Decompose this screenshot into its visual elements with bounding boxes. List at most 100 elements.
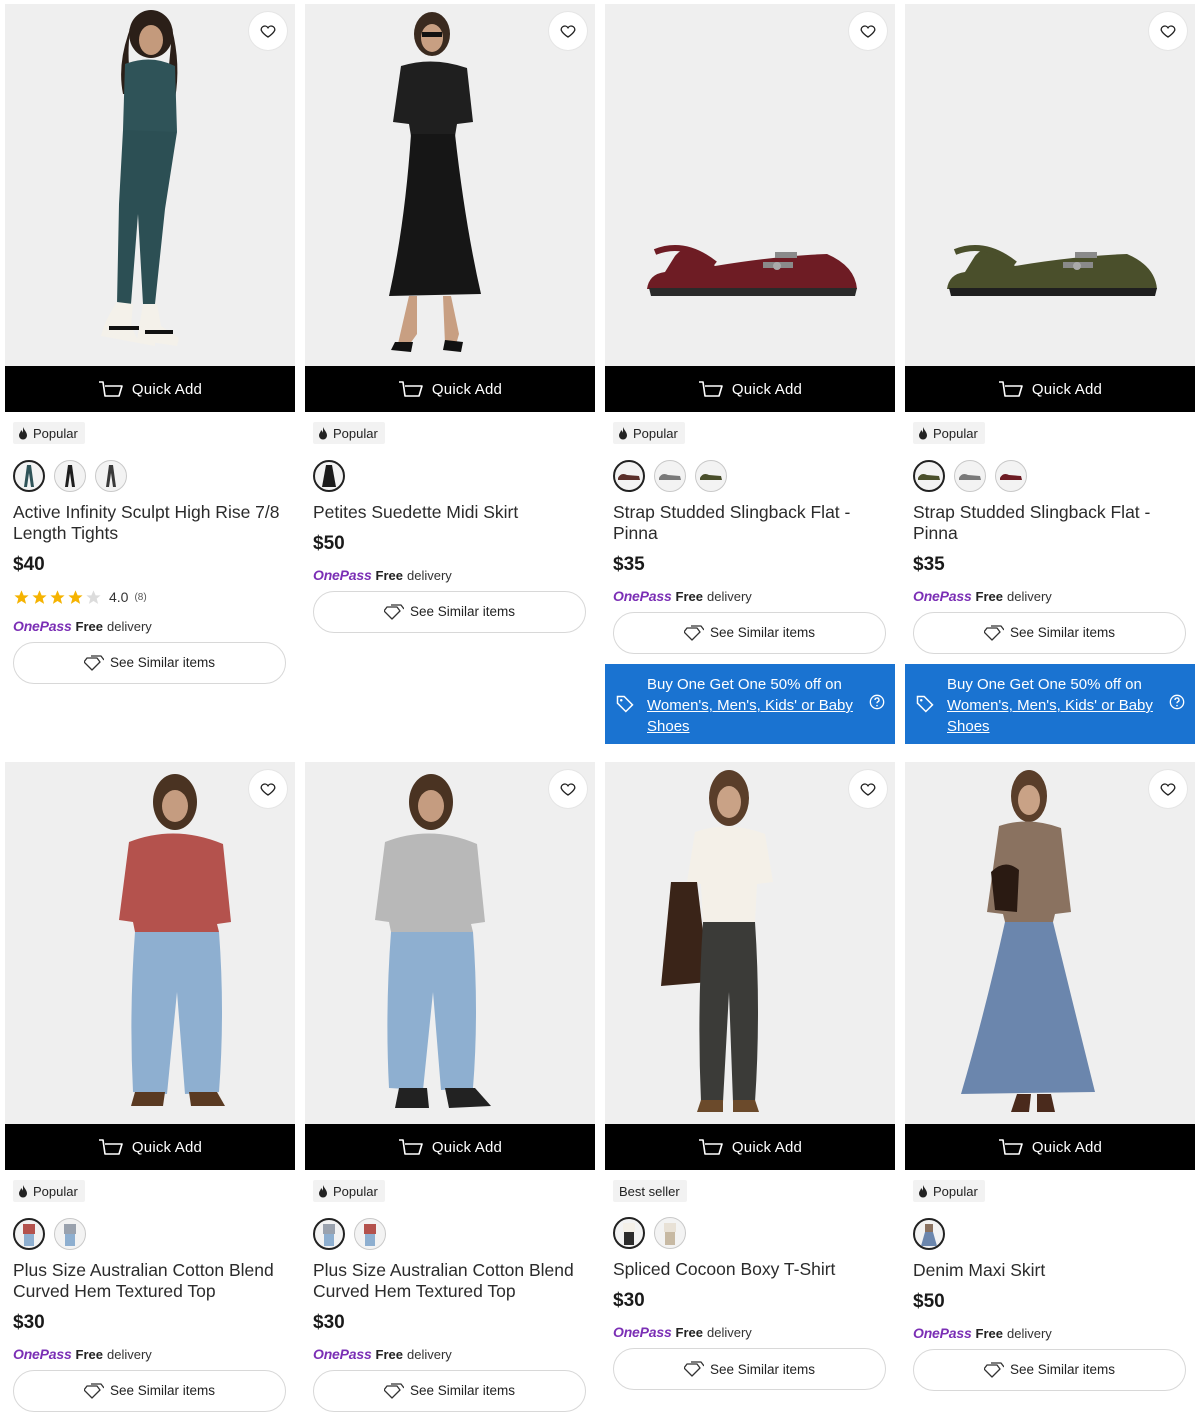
flame-icon [319, 1184, 327, 1197]
product-title[interactable]: Spliced Cocoon Boxy T-Shirt [613, 1259, 887, 1280]
product-card[interactable]: Quick Add Popular Strap Studded Slingbac… [605, 4, 895, 746]
product-image[interactable] [5, 4, 295, 366]
wishlist-heart-icon[interactable] [249, 770, 287, 808]
promo-link[interactable]: Women's, Men's, Kids' or Baby Shoes [647, 697, 853, 735]
product-grid: Quick Add Popular Active Infinity Sculpt… [0, 0, 1200, 1419]
color-swatch[interactable] [913, 459, 945, 492]
color-swatch[interactable] [654, 459, 686, 492]
promo-link[interactable]: Women's, Men's, Kids' or Baby Shoes [947, 697, 1153, 735]
onepass-logo: OnePass [13, 617, 72, 634]
product-title[interactable]: Denim Maxi Skirt [913, 1260, 1187, 1281]
product-card[interactable]: Quick Add Popular Plus Size Australian C… [5, 762, 295, 1412]
color-swatch[interactable] [695, 459, 727, 492]
product-image[interactable] [905, 762, 1195, 1124]
product-card[interactable]: Quick Add Best seller Spliced Cocoon Box… [605, 762, 895, 1390]
color-swatches [13, 1217, 287, 1250]
product-info: Popular Plus Size Australian Cotton Blen… [5, 1170, 295, 1412]
see-similar-button[interactable]: See Similar items [313, 1369, 586, 1412]
popular-badge: Popular [13, 422, 85, 444]
color-swatch[interactable] [613, 1217, 645, 1249]
similar-icon [683, 624, 704, 641]
product-photo [605, 762, 895, 1124]
product-title[interactable]: Petites Suedette Midi Skirt [313, 502, 587, 523]
basket-icon [698, 381, 723, 397]
color-swatches [313, 1217, 587, 1250]
product-title[interactable]: Plus Size Australian Cotton Blend Curved… [13, 1260, 287, 1302]
color-swatch[interactable] [954, 459, 986, 492]
product-image[interactable] [5, 762, 295, 1124]
color-swatch[interactable] [313, 1217, 345, 1250]
product-photo [305, 4, 595, 366]
quick-add-label: Quick Add [731, 1138, 803, 1156]
color-swatch[interactable] [13, 459, 45, 492]
see-similar-button[interactable]: See Similar items [313, 590, 586, 633]
similar-icon [83, 654, 104, 671]
quick-add-button[interactable]: Quick Add [305, 366, 595, 412]
see-similar-button[interactable]: See Similar items [13, 641, 286, 684]
wishlist-heart-icon[interactable] [549, 770, 587, 808]
color-swatches [313, 459, 587, 492]
tag-icon [616, 695, 634, 713]
color-swatch[interactable] [54, 459, 86, 492]
star-rating-icons [13, 589, 102, 606]
product-image[interactable] [305, 4, 595, 366]
quick-add-button[interactable]: Quick Add [5, 366, 295, 412]
color-swatches [613, 1217, 887, 1249]
color-swatch[interactable] [95, 459, 127, 492]
product-title[interactable]: Strap Studded Slingback Flat - Pinna [613, 502, 887, 544]
wishlist-heart-icon[interactable] [1149, 12, 1187, 50]
quick-add-label: Quick Add [431, 380, 503, 398]
basket-icon [698, 1139, 723, 1155]
see-similar-button[interactable]: See Similar items [913, 611, 1186, 654]
color-swatch[interactable] [54, 1217, 86, 1250]
see-similar-button[interactable]: See Similar items [13, 1369, 286, 1412]
onepass-logo: OnePass [13, 1345, 72, 1362]
product-image[interactable] [605, 4, 895, 366]
product-title[interactable]: Strap Studded Slingback Flat - Pinna [913, 502, 1187, 544]
see-similar-button[interactable]: See Similar items [913, 1348, 1186, 1391]
help-icon[interactable] [1169, 694, 1185, 710]
product-info: Popular Strap Studded Slingback Flat - P… [605, 412, 895, 654]
see-similar-button[interactable]: See Similar items [613, 611, 886, 654]
quick-add-button[interactable]: Quick Add [605, 366, 895, 412]
quick-add-button[interactable]: Quick Add [305, 1124, 595, 1170]
product-image[interactable] [905, 4, 1195, 366]
product-card[interactable]: Quick Add Popular Petites Suedette Midi … [305, 4, 595, 633]
product-price: $50 [313, 532, 345, 554]
product-photo [5, 4, 295, 366]
help-icon[interactable] [869, 694, 885, 710]
color-swatch[interactable] [13, 1217, 45, 1250]
quick-add-button[interactable]: Quick Add [605, 1124, 895, 1170]
color-swatch[interactable] [354, 1217, 386, 1250]
wishlist-heart-icon[interactable] [1149, 770, 1187, 808]
wishlist-heart-icon[interactable] [849, 12, 887, 50]
quick-add-button[interactable]: Quick Add [5, 1124, 295, 1170]
product-card[interactable]: Quick Add Popular Denim Maxi Skirt $50 O… [905, 762, 1195, 1391]
wishlist-heart-icon[interactable] [249, 12, 287, 50]
flame-icon [919, 426, 927, 439]
wishlist-heart-icon[interactable] [849, 770, 887, 808]
color-swatch[interactable] [654, 1217, 686, 1249]
product-card[interactable]: Quick Add Popular Active Infinity Sculpt… [5, 4, 295, 684]
color-swatch[interactable] [613, 459, 645, 492]
quick-add-label: Quick Add [131, 1138, 203, 1156]
quick-add-label: Quick Add [431, 1138, 503, 1156]
quick-add-button[interactable]: Quick Add [905, 1124, 1195, 1170]
product-image[interactable] [605, 762, 895, 1124]
product-card[interactable]: Quick Add Popular Strap Studded Slingbac… [905, 4, 1195, 746]
product-image[interactable] [305, 762, 595, 1124]
promo-text: Buy One Get One 50% off on [647, 676, 842, 693]
flame-icon [619, 426, 627, 439]
see-similar-button[interactable]: See Similar items [613, 1348, 886, 1390]
color-swatch[interactable] [995, 459, 1027, 492]
product-title[interactable]: Plus Size Australian Cotton Blend Curved… [313, 1260, 587, 1302]
product-price: $30 [313, 1311, 345, 1333]
product-card[interactable]: Quick Add Popular Plus Size Australian C… [305, 762, 595, 1412]
color-swatch[interactable] [313, 459, 345, 492]
wishlist-heart-icon[interactable] [549, 12, 587, 50]
basket-icon [98, 1139, 123, 1155]
quick-add-label: Quick Add [131, 380, 203, 398]
color-swatch[interactable] [913, 1217, 945, 1250]
product-title[interactable]: Active Infinity Sculpt High Rise 7/8 Len… [13, 502, 287, 544]
quick-add-button[interactable]: Quick Add [905, 366, 1195, 412]
